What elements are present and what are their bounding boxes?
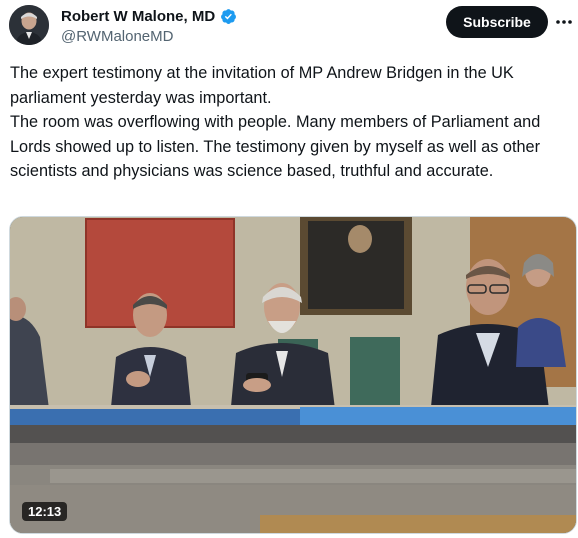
avatar[interactable] bbox=[9, 5, 49, 45]
author-display-name[interactable]: Robert W Malone, MD bbox=[61, 8, 215, 25]
author-name-row[interactable]: Robert W Malone, MD bbox=[61, 8, 237, 25]
tweet-header: Robert W Malone, MD @RWMaloneMD Subscrib… bbox=[0, 0, 578, 52]
video-thumbnail bbox=[10, 217, 576, 533]
tweet-paragraph: The expert testimony at the invitation o… bbox=[10, 64, 514, 107]
subscribe-button[interactable]: Subscribe bbox=[446, 6, 548, 38]
video-duration: 12:13 bbox=[22, 502, 68, 521]
tweet-paragraph: The room was overflowing with people. Ma… bbox=[10, 113, 541, 180]
author-handle[interactable]: @RWMaloneMD bbox=[61, 28, 173, 45]
tweet-video[interactable]: 12:13 bbox=[9, 216, 577, 534]
avatar-image bbox=[9, 5, 49, 45]
verified-badge-icon bbox=[221, 9, 237, 24]
more-options-icon[interactable] bbox=[555, 12, 573, 32]
tweet-text: The expert testimony at the invitation o… bbox=[10, 61, 570, 184]
